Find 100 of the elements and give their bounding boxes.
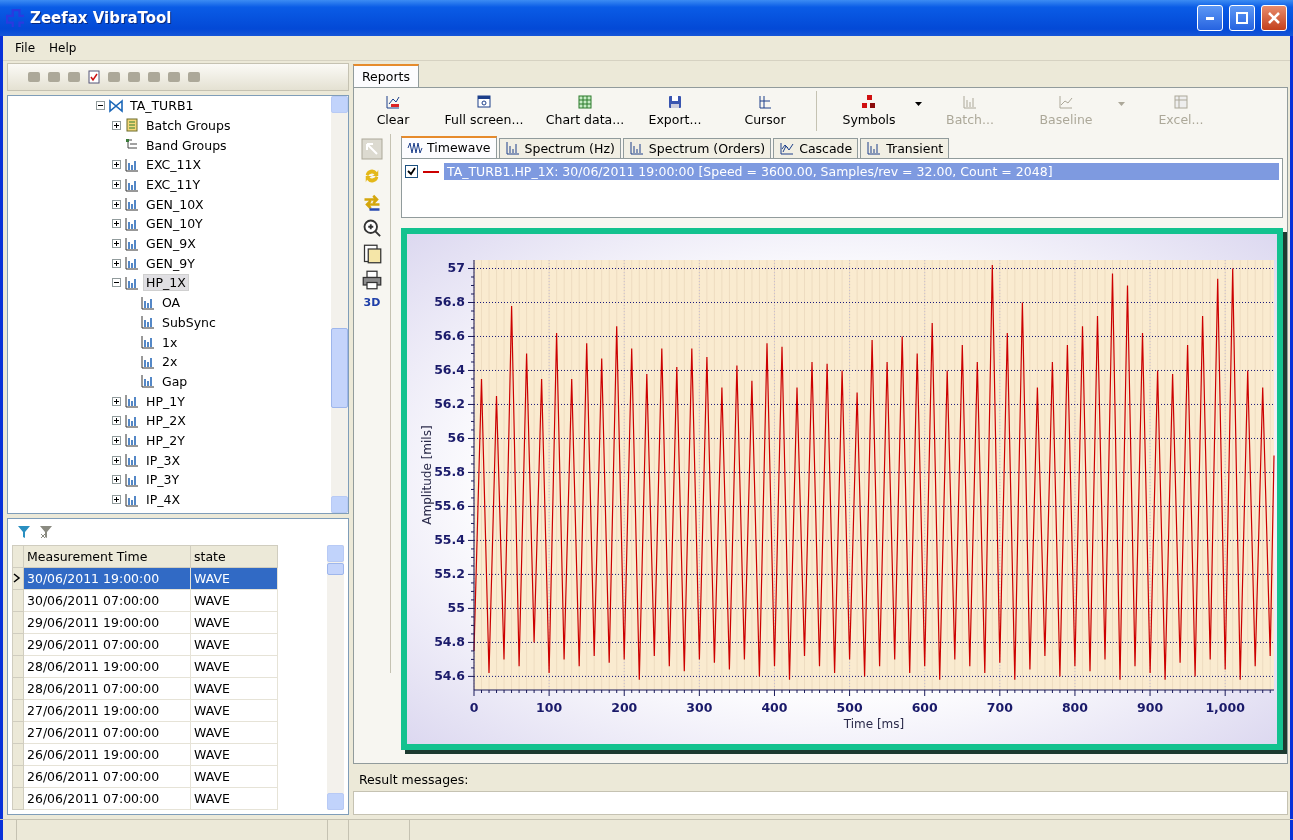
- funnel-icon[interactable]: [16, 524, 32, 540]
- squares-icon: [861, 94, 877, 111]
- tree-item[interactable]: HP_1X: [143, 274, 189, 292]
- toolbar-button[interactable]: Clear: [358, 88, 428, 133]
- x-tick-label: 100: [536, 699, 563, 715]
- expand-toggle-icon[interactable]: [112, 435, 121, 445]
- expand-toggle-icon[interactable]: [112, 199, 121, 209]
- tree-item[interactable]: 1x: [159, 333, 181, 351]
- collapse-toggle-icon[interactable]: [96, 101, 105, 111]
- expand-toggle-icon[interactable]: [112, 455, 121, 465]
- result-messages-label: Result messages:: [359, 772, 470, 787]
- bar-chart-icon: [124, 215, 140, 232]
- page-icon[interactable]: [362, 243, 382, 264]
- table-cell[interactable]: 28/06/2011 07:00:00: [23, 677, 191, 700]
- toolbar-button[interactable]: Cursor: [720, 88, 810, 133]
- table-cell[interactable]: 30/06/2011 07:00:00: [23, 589, 191, 612]
- zoom-icon[interactable]: [362, 217, 382, 238]
- bar-chart-icon: [866, 140, 883, 157]
- expand-toggle-icon[interactable]: [112, 258, 121, 268]
- collapse-toggle-icon[interactable]: [112, 278, 121, 288]
- tree-item[interactable]: OA: [159, 294, 184, 312]
- tree-item[interactable]: HP_2Y: [143, 431, 188, 449]
- tree-item[interactable]: GEN_9Y: [143, 254, 198, 272]
- tree-item[interactable]: 2x: [159, 353, 181, 371]
- column-header[interactable]: state: [190, 545, 278, 568]
- series-checkbox[interactable]: [405, 165, 418, 179]
- funnel-clear-icon[interactable]: [38, 524, 54, 540]
- table-cell[interactable]: 26/06/2011 07:00:00: [23, 787, 191, 810]
- expand-toggle-icon[interactable]: [112, 160, 121, 170]
- crosshair-axis-icon: [757, 94, 773, 111]
- table-cell[interactable]: 26/06/2011 19:00:00: [23, 743, 191, 766]
- y-tick-label: 56.2: [434, 396, 465, 412]
- y-tick-label: 54.6: [434, 668, 465, 684]
- bar-chart-icon: [628, 140, 645, 157]
- toolbar-button[interactable]: Full screen...: [428, 88, 540, 133]
- expand-toggle-icon[interactable]: [112, 239, 121, 249]
- bar-chart-icon: [504, 140, 521, 157]
- table-cell[interactable]: 30/06/2011 19:00:00: [23, 567, 191, 590]
- tree-item[interactable]: GEN_10Y: [143, 215, 206, 233]
- menu-item[interactable]: File: [15, 41, 36, 55]
- maximize-icon: [1236, 12, 1248, 24]
- tree-item[interactable]: IP_3Y: [143, 471, 183, 489]
- expand-toggle-icon[interactable]: [112, 180, 121, 190]
- table-cell[interactable]: 29/06/2011 19:00:00: [23, 611, 191, 634]
- tree-item[interactable]: GEN_10X: [143, 195, 207, 213]
- grid-icon: [577, 94, 593, 111]
- menu-item[interactable]: Help: [49, 41, 77, 55]
- maximize-button[interactable]: [1229, 5, 1255, 31]
- tree-item[interactable]: SubSync: [159, 313, 219, 331]
- expand-toggle-icon[interactable]: [112, 120, 121, 130]
- chart-tab[interactable]: Cascade: [773, 137, 859, 158]
- table-cell[interactable]: 26/06/2011 07:00:00: [23, 765, 191, 788]
- bar-chart-icon: [124, 471, 140, 488]
- expand-toggle-icon[interactable]: [112, 475, 121, 485]
- tree-item[interactable]: GEN_9X: [143, 235, 199, 253]
- table-cell[interactable]: 28/06/2011 19:00:00: [23, 655, 191, 678]
- printer-icon[interactable]: [362, 269, 382, 290]
- tree-item[interactable]: EXC_11Y: [143, 176, 204, 194]
- table-cell[interactable]: 27/06/2011 07:00:00: [23, 721, 191, 744]
- bar-chart-icon: [124, 196, 140, 213]
- tree-item[interactable]: IP_3X: [143, 451, 183, 469]
- expand-toggle-icon[interactable]: [112, 396, 121, 406]
- bar-chart-icon: [962, 94, 978, 111]
- minimize-button[interactable]: [1197, 5, 1223, 31]
- y-tick-label: 56.6: [434, 328, 465, 344]
- reports-tab[interactable]: Reports: [353, 63, 419, 87]
- row-pointer-icon: [13, 572, 21, 583]
- tree-item[interactable]: EXC_11X: [143, 156, 204, 174]
- tree-item[interactable]: HP_2X: [143, 412, 189, 430]
- tree-item[interactable]: Batch Groups: [143, 116, 234, 134]
- table-cell[interactable]: 27/06/2011 19:00:00: [23, 699, 191, 722]
- toolbar-button[interactable]: Symbols: [823, 88, 915, 133]
- toolbar-button[interactable]: Chart data...: [540, 88, 630, 133]
- y-tick-label: 55.4: [434, 532, 465, 548]
- expand-toggle-icon[interactable]: [112, 416, 121, 426]
- chart-tab[interactable]: Timewave: [401, 135, 497, 158]
- caret-icon[interactable]: [915, 101, 922, 106]
- tree-item[interactable]: Gap: [159, 372, 191, 390]
- column-header[interactable]: Measurement Time: [23, 545, 191, 568]
- expand-toggle-icon[interactable]: [112, 495, 121, 505]
- expand-toggle-icon[interactable]: [112, 219, 121, 229]
- close-button[interactable]: [1261, 5, 1287, 31]
- x-axis-title: Time [ms]: [843, 716, 905, 731]
- tree-scrollbar[interactable]: [331, 95, 348, 513]
- tree-item[interactable]: Band Groups: [143, 136, 230, 154]
- chart-tab[interactable]: Spectrum (Orders): [622, 137, 772, 158]
- tree-item[interactable]: HP_1Y: [143, 392, 188, 410]
- chart-tab[interactable]: Transient: [860, 137, 950, 158]
- table-scrollbar[interactable]: [327, 545, 344, 810]
- tree-item[interactable]: TA_TURB1: [127, 97, 197, 115]
- view-3d-button[interactable]: 3D: [363, 295, 381, 309]
- table-cell[interactable]: 29/06/2011 07:00:00: [23, 633, 191, 656]
- chart-tab[interactable]: Spectrum (Hz): [498, 137, 621, 158]
- tree-item[interactable]: IP_4X: [143, 491, 183, 509]
- chart-eraser-icon: [385, 94, 401, 111]
- checklist-icon[interactable]: [86, 68, 102, 85]
- bar-chart-icon: [124, 452, 140, 469]
- toolbar-button[interactable]: Export...: [630, 88, 720, 133]
- bar-chart-icon: [124, 255, 140, 272]
- bar-chart-icon: [124, 156, 140, 173]
